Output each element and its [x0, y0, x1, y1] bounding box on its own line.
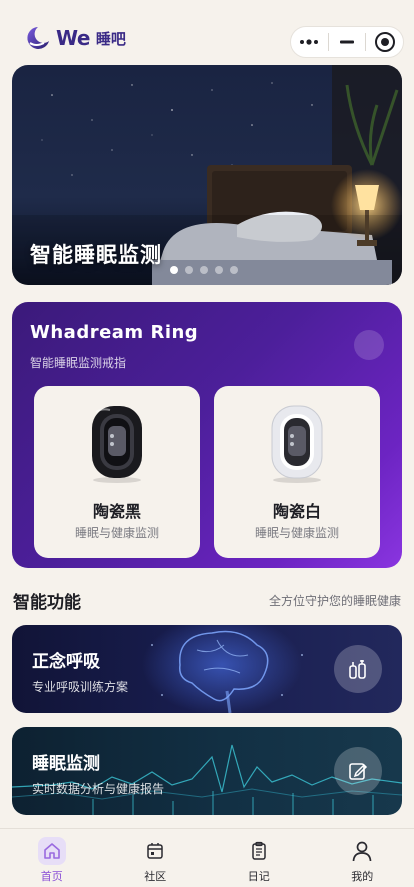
tab-home[interactable]: 首页 [0, 829, 104, 887]
logo-word: We [56, 26, 90, 50]
logo-moon-icon [22, 24, 52, 52]
mini-program-capsule [290, 26, 404, 58]
edit-icon [349, 763, 368, 780]
white-ring-image [271, 405, 323, 483]
carousel-dot[interactable] [215, 266, 223, 274]
more-button[interactable] [291, 27, 328, 57]
tab-diary[interactable]: 日记 [207, 829, 311, 887]
ring-card-subtitle: 智能睡眠监测戒指 [30, 356, 127, 370]
sleep-report-button[interactable] [334, 747, 382, 795]
tab-label: 日记 [247, 870, 270, 883]
more-dots-icon [300, 39, 319, 45]
logo-chinese-name: 睡吧 [95, 29, 126, 48]
product-ceramic-white[interactable]: 陶瓷白 睡眠与健康监测 [214, 386, 380, 558]
product-name: 陶瓷白 [272, 502, 321, 521]
community-icon [141, 837, 169, 865]
top-bar: We 睡吧 [0, 0, 414, 62]
tab-label: 社区 [144, 870, 167, 883]
carousel-dot[interactable] [185, 266, 193, 274]
smart-features-header: 智能功能 全方位守护您的睡眠健康 [13, 588, 401, 613]
product-description: 睡眠与健康监测 [254, 526, 339, 540]
carousel-dot[interactable] [170, 266, 178, 274]
diary-icon [245, 837, 273, 865]
product-description: 睡眠与健康监测 [74, 526, 159, 540]
decorative-circle [354, 330, 384, 360]
carousel-dot[interactable] [200, 266, 208, 274]
banner-title: 智能睡眠监测 [30, 243, 162, 267]
section-title: 智能功能 [13, 593, 81, 613]
feature-title: 正念呼吸 [32, 652, 100, 672]
product-name: 陶瓷黑 [92, 502, 141, 521]
carousel-indicator [170, 266, 238, 274]
carousel-dot[interactable] [230, 266, 238, 274]
hero-banner[interactable]: 智能睡眠监测 [12, 65, 402, 285]
home-icon [37, 837, 66, 865]
feature-title: 睡眠监测 [32, 754, 100, 774]
ring-card-title: Whadream Ring [30, 322, 199, 343]
feature-sleep-monitoring[interactable]: 睡眠监测 实时数据分析与健康报告 [12, 727, 402, 815]
feature-description: 专业呼吸训练方案 [32, 680, 129, 694]
minimize-icon [340, 40, 354, 44]
tab-community[interactable]: 社区 [104, 829, 208, 887]
profile-icon [348, 837, 376, 865]
bottom-tab-bar: 首页 社区 日记 我的 [0, 828, 414, 887]
tab-label: 我的 [351, 870, 374, 883]
product-ceramic-black[interactable]: 陶瓷黑 睡眠与健康监测 [34, 386, 200, 558]
black-ring-image [92, 406, 142, 483]
tab-profile[interactable]: 我的 [311, 829, 414, 887]
tab-label: 首页 [40, 870, 63, 883]
ring-product-card: Whadream Ring 智能睡眠监测戒指 陶瓷黑 睡眠与健康监测 陶瓷白 睡… [12, 302, 402, 568]
breathing-icon [349, 660, 366, 679]
breathing-button[interactable] [334, 645, 382, 693]
feature-description: 实时数据分析与健康报告 [32, 782, 165, 796]
minimize-button[interactable] [329, 27, 366, 57]
section-subtitle: 全方位守护您的睡眠健康 [268, 594, 401, 608]
feature-mindful-breathing[interactable]: 正念呼吸 专业呼吸训练方案 [12, 625, 402, 713]
close-mini-program-button[interactable] [366, 27, 403, 57]
app-logo: We 睡吧 [22, 24, 126, 52]
target-close-icon [374, 32, 395, 52]
